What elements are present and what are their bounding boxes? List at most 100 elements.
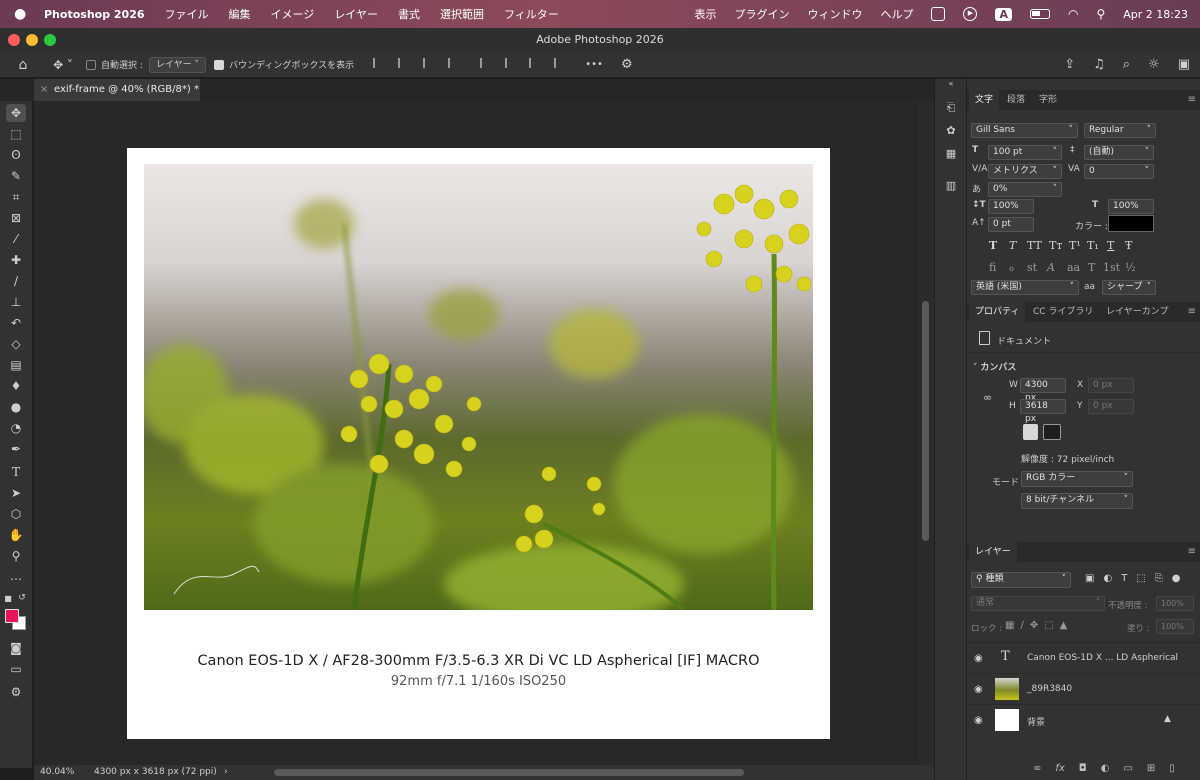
layer-lock-icon[interactable]: ▲ bbox=[1164, 714, 1171, 724]
menu-filter[interactable]: フィルター bbox=[504, 6, 559, 22]
discover-lightbulb-icon[interactable]: ☼ bbox=[1148, 57, 1160, 72]
properties-menu-icon[interactable]: ≡ bbox=[1188, 302, 1196, 322]
move-tool-icon[interactable]: ✥ bbox=[6, 104, 26, 122]
lock-image-icon[interactable]: ∕ bbox=[1020, 620, 1023, 631]
swatches-panel-icon[interactable]: ▦ bbox=[943, 147, 959, 161]
quick-mask-icon[interactable]: ◙ bbox=[6, 639, 26, 657]
menu-view[interactable]: 表示 bbox=[694, 6, 716, 22]
portrait-orientation-icon[interactable] bbox=[1023, 424, 1038, 440]
filter-shape-icon[interactable]: ⬚ bbox=[1136, 573, 1145, 584]
adjustment-layer-icon[interactable]: ◐ bbox=[1101, 763, 1110, 774]
new-layer-icon[interactable]: ⊞ bbox=[1147, 763, 1155, 774]
opacity-field[interactable]: 100% bbox=[1156, 596, 1194, 611]
antialias-select[interactable]: シャープ ˅ bbox=[1102, 280, 1156, 295]
add-mask-icon[interactable]: ◘ bbox=[1079, 763, 1087, 774]
burn-tool-icon[interactable]: ◔ bbox=[6, 419, 26, 437]
play-status-icon[interactable]: ▶ bbox=[963, 7, 978, 21]
history-brush-tool-icon[interactable]: ↶ bbox=[6, 314, 26, 332]
discretionary-ligatures-button[interactable]: st bbox=[1027, 261, 1037, 274]
link-dimensions-icon[interactable]: ∞ bbox=[983, 391, 992, 404]
quick-select-tool-icon[interactable]: ✎ bbox=[6, 167, 26, 185]
control-center-icon[interactable]: ⚲ bbox=[1096, 7, 1105, 21]
zoom-window-button[interactable] bbox=[44, 34, 56, 46]
layer-row[interactable]: ◉ _89R3840 bbox=[967, 673, 1200, 703]
foreground-color-swatch[interactable] bbox=[5, 609, 19, 623]
superscript-button[interactable]: T¹ bbox=[1069, 239, 1081, 252]
eyedropper-tool-icon[interactable]: ⁄ bbox=[6, 230, 26, 248]
lock-position-icon[interactable]: ✥ bbox=[1030, 620, 1038, 631]
layer-row[interactable]: ◉ T Canon EOS-1D X ... LD Aspherical bbox=[967, 642, 1200, 672]
canvas-height-field[interactable]: 3618 px bbox=[1020, 399, 1066, 424]
fractions-button[interactable]: ½ bbox=[1125, 261, 1136, 274]
history-panel-icon[interactable]: ⎗ bbox=[943, 101, 959, 115]
blend-mode-select[interactable]: 通常 ˅ bbox=[971, 596, 1105, 611]
input-source-icon[interactable]: A bbox=[995, 7, 1012, 21]
gradient-tool-icon[interactable]: ▤ bbox=[6, 356, 26, 374]
tsume-field[interactable]: 0% ˅ bbox=[988, 182, 1062, 197]
align-right-icon[interactable] bbox=[422, 58, 435, 68]
vertical-scrollbar[interactable] bbox=[918, 101, 934, 765]
menu-help[interactable]: ヘルプ bbox=[880, 6, 913, 22]
visibility-eye-icon[interactable]: ◉ bbox=[974, 653, 983, 664]
menu-type[interactable]: 書式 bbox=[398, 6, 420, 22]
layer-filter-select[interactable]: ⚲ 種類 ˅ bbox=[971, 572, 1071, 588]
canvas-width-field[interactable]: 4300 px bbox=[1020, 378, 1066, 403]
tab-cc-libraries[interactable]: CC ライブラリ bbox=[1027, 302, 1099, 322]
fill-field[interactable]: 100% bbox=[1156, 619, 1194, 634]
minimize-window-button[interactable] bbox=[26, 34, 38, 46]
document-tab[interactable]: × exif-frame @ 40% (RGB/8*) * bbox=[34, 79, 200, 101]
move-tool-preset-icon[interactable]: ✥ ˅ bbox=[46, 55, 80, 75]
tab-paragraph[interactable]: 段落 bbox=[1001, 90, 1031, 110]
horizontal-scale-field[interactable]: 100% bbox=[1108, 199, 1154, 214]
menu-edit[interactable]: 編集 bbox=[229, 6, 251, 22]
auto-select-checkbox[interactable] bbox=[86, 59, 96, 70]
vertical-scale-field[interactable]: 100% bbox=[988, 199, 1034, 214]
visibility-eye-icon[interactable]: ◉ bbox=[974, 715, 983, 726]
baseline-shift-field[interactable]: 0 pt bbox=[988, 217, 1034, 232]
leading-field[interactable]: (自動) ˅ bbox=[1084, 145, 1154, 160]
filter-pixel-icon[interactable]: ▣ bbox=[1085, 573, 1094, 584]
zoom-level[interactable]: 40.04% bbox=[40, 765, 74, 780]
dodge-tool-icon[interactable]: ● bbox=[6, 398, 26, 416]
type-tool-icon[interactable]: T bbox=[6, 463, 26, 481]
distribute-icon[interactable] bbox=[447, 58, 460, 68]
healing-brush-tool-icon[interactable]: ✚ bbox=[6, 251, 26, 269]
filter-adjustment-icon[interactable]: ◐ bbox=[1103, 573, 1112, 584]
tab-glyphs[interactable]: 字形 bbox=[1033, 90, 1063, 110]
layer-row[interactable]: ◉ 背景 ▲ bbox=[967, 704, 1200, 734]
hand-tool-icon[interactable]: ✋ bbox=[6, 526, 26, 544]
layers-menu-icon[interactable]: ≡ bbox=[1188, 542, 1196, 562]
battery-icon[interactable] bbox=[1029, 9, 1050, 19]
align-vcenter-icon[interactable] bbox=[504, 58, 517, 68]
canvas-x-field[interactable]: 0 px bbox=[1088, 378, 1134, 393]
align-hcenter-icon[interactable] bbox=[398, 58, 410, 68]
tab-layer-comps[interactable]: レイヤーカンプ bbox=[1100, 302, 1174, 322]
brush-tool-icon[interactable]: ∕ bbox=[6, 272, 26, 290]
color-panel-icon[interactable]: ✿ bbox=[943, 124, 959, 138]
lock-transparent-icon[interactable]: ▦ bbox=[1005, 620, 1014, 631]
auto-select-dropdown[interactable]: レイヤー ˅ bbox=[148, 56, 207, 73]
apple-menu-icon[interactable]: ● bbox=[14, 6, 34, 22]
landscape-orientation-icon[interactable] bbox=[1043, 424, 1061, 440]
settings-gear-icon[interactable]: ⚙ bbox=[621, 57, 633, 72]
frame-tool-icon[interactable]: ⊠ bbox=[6, 209, 26, 227]
canvas-section-toggle[interactable]: ˅ カンバス bbox=[973, 360, 1016, 373]
status-info-arrow[interactable]: › bbox=[224, 765, 228, 780]
clone-stamp-tool-icon[interactable]: ⊥ bbox=[6, 293, 26, 311]
old-style-button[interactable]: ℴ bbox=[1009, 261, 1014, 274]
document-canvas[interactable]: Canon EOS-1D X / AF28-300mm F/3.5-6.3 XR… bbox=[127, 148, 830, 739]
status-extension-icon[interactable] bbox=[931, 7, 946, 21]
stylistic-alternates-button[interactable]: aa bbox=[1067, 261, 1080, 274]
crop-tool-icon[interactable]: ⌗ bbox=[6, 188, 26, 206]
menu-layer[interactable]: レイヤー bbox=[334, 6, 378, 22]
marquee-tool-icon[interactable]: ⬚ bbox=[6, 125, 26, 143]
font-style-select[interactable]: Regular ˅ bbox=[1084, 123, 1156, 138]
canvas-y-field[interactable]: 0 px bbox=[1088, 399, 1134, 414]
more-tools-icon[interactable]: ⋯ bbox=[6, 570, 26, 588]
shape-tool-icon[interactable]: ⬡ bbox=[6, 505, 26, 523]
new-group-icon[interactable]: ▭ bbox=[1123, 763, 1132, 774]
swap-colors-icon[interactable]: ↺ bbox=[16, 589, 28, 607]
lock-all-icon[interactable]: ▲ bbox=[1060, 620, 1068, 631]
distribute-vertical-icon[interactable] bbox=[554, 58, 566, 68]
document-info[interactable]: 4300 px x 3618 px (72 ppi) bbox=[94, 765, 217, 780]
